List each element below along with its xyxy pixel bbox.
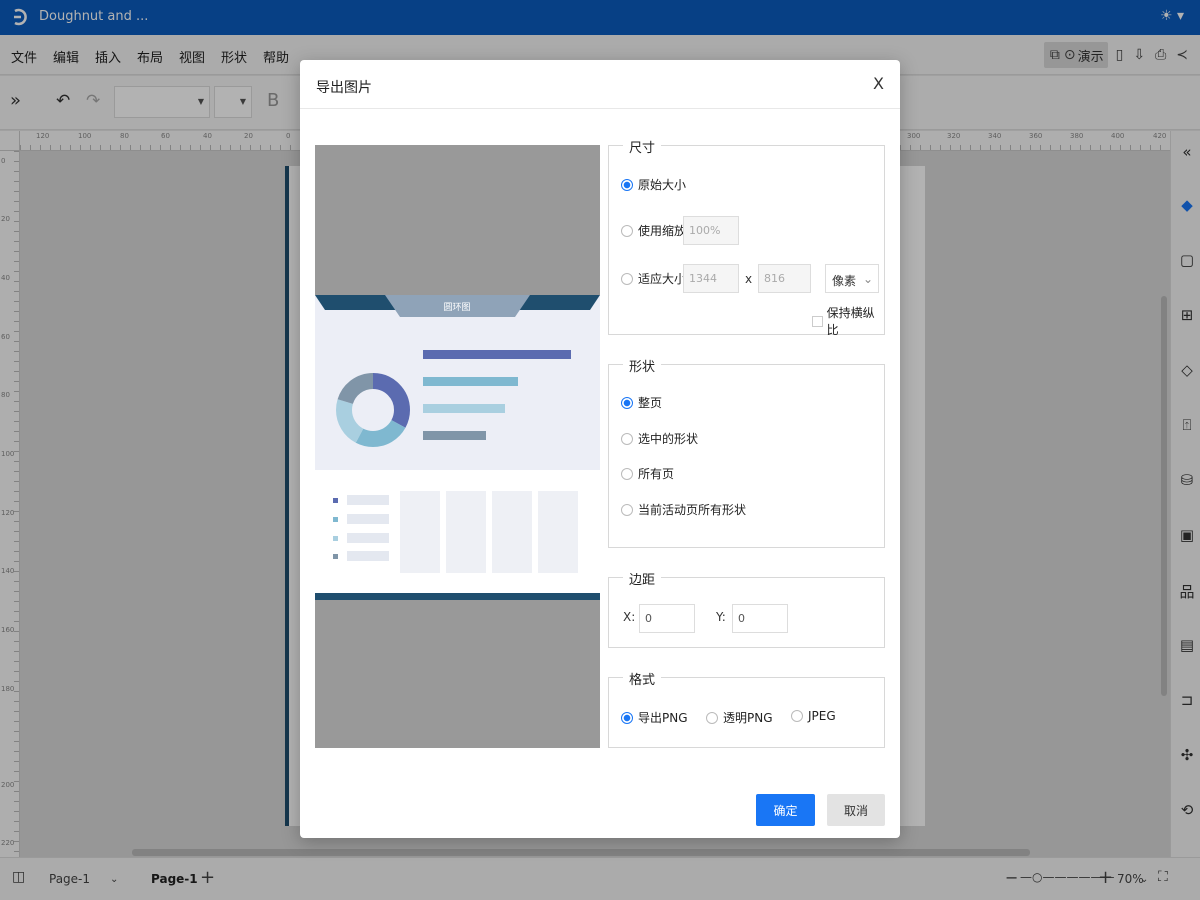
radio-label: 使用缩放 bbox=[638, 224, 687, 238]
radio-selected-shapes[interactable]: 选中的形状 bbox=[621, 430, 698, 447]
unit-value: 像素 bbox=[832, 274, 857, 288]
size-x-label: x bbox=[745, 272, 753, 286]
close-button[interactable]: X bbox=[873, 74, 884, 93]
radio-original-size[interactable]: 原始大小 bbox=[621, 176, 686, 193]
margin-x-input[interactable]: 0 bbox=[639, 604, 695, 633]
margin-group: 边距 X: 0 Y: 0 bbox=[608, 569, 885, 648]
radio-label: 选中的形状 bbox=[638, 432, 699, 446]
size-group-title: 尺寸 bbox=[623, 137, 662, 156]
radio-button[interactable] bbox=[621, 396, 633, 409]
radio-button[interactable] bbox=[791, 710, 803, 722]
radio-button[interactable] bbox=[621, 467, 633, 480]
radio-jpeg[interactable]: JPEG bbox=[791, 709, 836, 723]
scale-input[interactable]: 100% bbox=[683, 216, 739, 245]
radio-label: JPEG bbox=[808, 709, 836, 723]
margin-y-input[interactable]: 0 bbox=[732, 604, 788, 633]
checkbox[interactable] bbox=[812, 315, 823, 327]
radio-all-pages[interactable]: 所有页 bbox=[621, 465, 674, 482]
shape-group-title: 形状 bbox=[623, 356, 662, 375]
export-image-dialog: 导出图片 X 圆环图 尺寸 原始大小 使用缩放 100% 适应大小 1344 x… bbox=[300, 60, 900, 838]
radio-button[interactable] bbox=[706, 711, 718, 724]
radio-label: 当前活动页所有形状 bbox=[638, 503, 747, 517]
radio-label: 导出PNG bbox=[638, 711, 688, 725]
height-input[interactable]: 816 bbox=[758, 264, 811, 293]
chevron-down-icon: ⌄ bbox=[862, 272, 873, 286]
export-preview: 圆环图 bbox=[315, 145, 600, 748]
radio-button[interactable] bbox=[621, 178, 633, 191]
checkbox-label: 保持横纵比 bbox=[826, 306, 875, 337]
format-group-title: 格式 bbox=[623, 669, 662, 688]
preview-slide: 圆环图 bbox=[315, 295, 600, 600]
preview-thumbnail: 圆环图 bbox=[315, 295, 600, 600]
radio-export-png[interactable]: 导出PNG bbox=[621, 709, 688, 726]
margin-y-label: Y: bbox=[716, 610, 726, 624]
radio-label: 所有页 bbox=[638, 467, 675, 481]
radio-whole-page[interactable]: 整页 bbox=[621, 394, 662, 411]
width-input[interactable]: 1344 bbox=[683, 264, 739, 293]
radio-label: 适应大小 bbox=[638, 272, 687, 286]
size-group: 尺寸 原始大小 使用缩放 100% 适应大小 1344 x 816 像素 ⌄ 保… bbox=[608, 137, 885, 338]
margin-group-title: 边距 bbox=[623, 569, 662, 588]
confirm-button[interactable]: 确定 bbox=[756, 794, 815, 826]
radio-button[interactable] bbox=[621, 272, 633, 285]
radio-use-scale[interactable]: 使用缩放 bbox=[621, 222, 686, 239]
keep-ratio-checkbox[interactable]: 保持横纵比 bbox=[812, 304, 884, 338]
dialog-title: 导出图片 bbox=[316, 80, 372, 96]
radio-label: 原始大小 bbox=[638, 178, 687, 192]
radio-label: 整页 bbox=[638, 396, 663, 410]
shape-group: 形状 整页 选中的形状 所有页 当前活动页所有形状 bbox=[608, 356, 885, 548]
radio-label: 透明PNG bbox=[723, 711, 773, 725]
radio-transparent-png[interactable]: 透明PNG bbox=[706, 709, 773, 726]
radio-button[interactable] bbox=[621, 432, 633, 445]
margin-x-label: X: bbox=[623, 610, 636, 624]
radio-current-page-shapes[interactable]: 当前活动页所有形状 bbox=[621, 501, 746, 518]
radio-fit-size[interactable]: 适应大小 bbox=[621, 270, 686, 287]
radio-button[interactable] bbox=[621, 224, 633, 237]
radio-button[interactable] bbox=[621, 711, 633, 724]
preview-title: 圆环图 bbox=[443, 302, 470, 313]
unit-select[interactable]: 像素 ⌄ bbox=[825, 264, 879, 293]
format-group: 格式 导出PNG 透明PNG JPEG bbox=[608, 669, 885, 748]
radio-button[interactable] bbox=[621, 503, 633, 516]
dialog-header: 导出图片 X bbox=[300, 60, 900, 109]
cancel-button[interactable]: 取消 bbox=[827, 794, 885, 826]
